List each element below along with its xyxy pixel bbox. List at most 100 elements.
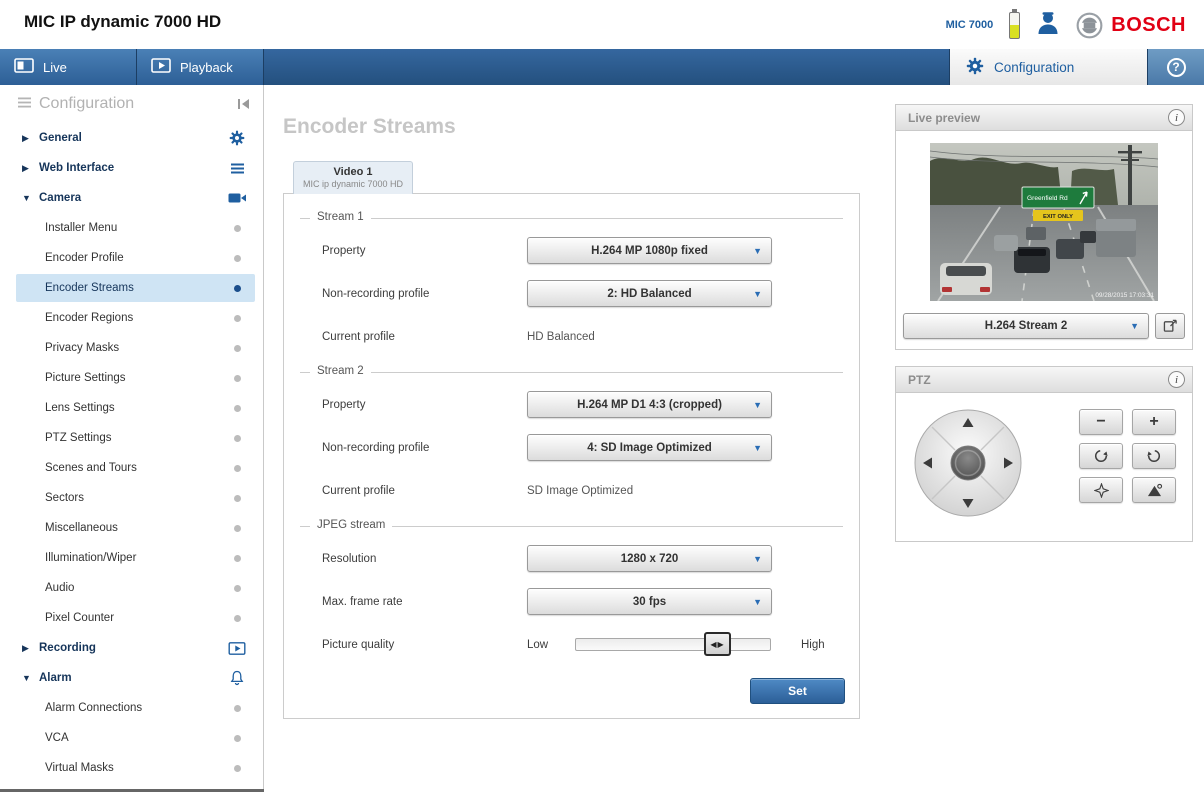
focus-far-button[interactable] [1132, 443, 1176, 469]
jpeg-resolution-select[interactable]: 1280 x 720 ▼ [527, 545, 772, 572]
stream1-property-select[interactable]: H.264 MP 1080p fixed ▼ [527, 237, 772, 264]
sidebar-item-illumination-wiper[interactable]: Illumination/Wiper [0, 543, 263, 573]
info-icon[interactable]: i [1168, 109, 1185, 126]
ptz-buttons: − + [1079, 409, 1176, 503]
tab-playback[interactable]: Playback [137, 49, 264, 85]
current-profile-label: Current profile [322, 330, 395, 343]
content-area: Configuration ▶ General ▶ Web Interface [0, 85, 1204, 792]
status-dot [233, 464, 241, 472]
stream-1-group: Stream 1 Property H.264 MP 1080p fixed ▼… [300, 211, 843, 368]
collapse-sidebar-icon[interactable] [237, 98, 251, 110]
sidebar-item-encoder-profile[interactable]: Encoder Profile [0, 243, 263, 273]
info-icon[interactable]: i [1168, 371, 1185, 388]
stream-2-group: Stream 2 Property H.264 MP D1 4:3 (cropp… [300, 365, 843, 522]
sidebar-item-sectors[interactable]: Sectors [0, 483, 263, 513]
property-label: Property [322, 244, 366, 257]
slider-handle[interactable]: ◀▶ [704, 632, 732, 656]
sidebar-item-encoder-streams[interactable]: Encoder Streams [0, 273, 263, 303]
live-preview-panel: Live preview i Greenfield Rd EXIT ONLY 0… [895, 104, 1193, 350]
open-in-new-window-button[interactable] [1155, 313, 1185, 339]
chevron-right-icon: ▶ [22, 642, 29, 653]
help-button[interactable]: ? [1147, 49, 1204, 85]
popout-icon [1163, 319, 1177, 332]
status-dot [233, 614, 241, 622]
sidebar-item-general[interactable]: ▶ General [0, 123, 263, 153]
status-dot [233, 434, 241, 442]
ir-mode-button[interactable] [1132, 477, 1176, 503]
sidebar-item-encoder-regions[interactable]: Encoder Regions [0, 303, 263, 333]
recording-icon [223, 641, 251, 655]
chevron-down-icon: ▼ [753, 597, 762, 607]
right-panel: Live preview i Greenfield Rd EXIT ONLY 0… [895, 104, 1193, 542]
gear-icon [966, 57, 984, 78]
status-dot [233, 524, 241, 532]
status-dot [233, 734, 241, 742]
status-dot-selected [233, 284, 241, 292]
set-button[interactable]: Set [750, 678, 845, 704]
sidebar-item-virtual-masks[interactable]: Virtual Masks [0, 753, 263, 783]
preview-stream-select[interactable]: H.264 Stream 2 ▼ [903, 313, 1149, 339]
status-dot [233, 584, 241, 592]
zoom-in-button[interactable]: + [1132, 409, 1176, 435]
sidebar-item-alarm-connections[interactable]: Alarm Connections [0, 693, 263, 723]
page: MIC IP dynamic 7000 HD MIC 7000 BOSCH Li… [0, 0, 1204, 792]
sidebar: Configuration ▶ General ▶ Web Interface [0, 85, 264, 792]
rotate-ccw-icon [1094, 449, 1108, 463]
ptz-pad[interactable] [912, 407, 1024, 524]
zoom-out-button[interactable]: − [1079, 409, 1123, 435]
current-profile-label: Current profile [322, 484, 395, 497]
exit-only-sign-text: EXIT ONLY [1043, 214, 1073, 220]
tab-live-label: Live [43, 59, 67, 75]
illumination-button[interactable] [1079, 477, 1123, 503]
jpeg-stream-group: JPEG stream Resolution 1280 x 720 ▼ Max.… [300, 519, 843, 674]
sidebar-item-alarm[interactable]: ▼ Alarm [0, 663, 263, 693]
ptz-body: − + [896, 393, 1192, 541]
help-icon: ? [1166, 57, 1186, 77]
stream2-profile-select[interactable]: 4: SD Image Optimized ▼ [527, 434, 772, 461]
sidebar-item-pixel-counter[interactable]: Pixel Counter [0, 603, 263, 633]
mountain-icon [1147, 483, 1162, 496]
sidebar-item-audio[interactable]: Audio [0, 573, 263, 603]
picture-quality-slider[interactable]: ◀▶ [575, 632, 771, 656]
tab-configuration[interactable]: Configuration [949, 49, 1147, 85]
gear-icon [223, 130, 251, 146]
sidebar-item-lens-settings[interactable]: Lens Settings [0, 393, 263, 423]
live-preview-title: Live preview [908, 110, 981, 125]
sidebar-item-installer-menu[interactable]: Installer Menu [0, 213, 263, 243]
chevron-down-icon: ▼ [753, 400, 762, 410]
status-dot [233, 224, 241, 232]
sidebar-item-scenes-and-tours[interactable]: Scenes and Tours [0, 453, 263, 483]
status-dot [233, 704, 241, 712]
stream1-current-profile-value: HD Balanced [527, 330, 595, 343]
chevron-down-icon: ▼ [753, 246, 762, 256]
chevron-down-icon: ▼ [753, 554, 762, 564]
chevron-down-icon: ▼ [753, 289, 762, 299]
tab-video-1[interactable]: Video 1 MIC ip dynamic 7000 HD [293, 161, 413, 194]
sidebar-item-miscellaneous[interactable]: Miscellaneous [0, 513, 263, 543]
video-tab-subtitle: MIC ip dynamic 7000 HD [302, 179, 404, 189]
stream2-property-select[interactable]: H.264 MP D1 4:3 (cropped) ▼ [527, 391, 772, 418]
sidebar-item-ptz-settings[interactable]: PTZ Settings [0, 423, 263, 453]
chevron-right-icon: ▶ [22, 132, 29, 143]
status-dot [233, 764, 241, 772]
tab-live[interactable]: Live [0, 49, 137, 85]
status-dot [233, 254, 241, 262]
sidebar-item-recording[interactable]: ▶ Recording [0, 633, 263, 663]
stream1-profile-select[interactable]: 2: HD Balanced ▼ [527, 280, 772, 307]
encoder-streams-panel: Stream 1 Property H.264 MP 1080p fixed ▼… [283, 193, 860, 719]
sparkle-icon [1093, 482, 1109, 498]
bosch-mark-icon [1076, 12, 1103, 38]
quality-high-label: High [801, 638, 825, 651]
bosch-wordmark: BOSCH [1111, 13, 1186, 36]
sidebar-item-web-interface[interactable]: ▶ Web Interface [0, 153, 263, 183]
rotate-cw-icon [1147, 449, 1161, 463]
sidebar-item-privacy-masks[interactable]: Privacy Masks [0, 333, 263, 363]
sidebar-item-vca[interactable]: VCA [0, 723, 263, 753]
focus-near-button[interactable] [1079, 443, 1123, 469]
status-dot [233, 404, 241, 412]
jpeg-framerate-select[interactable]: 30 fps ▼ [527, 588, 772, 615]
sidebar-item-camera[interactable]: ▼ Camera [0, 183, 263, 213]
sidebar-item-picture-settings[interactable]: Picture Settings [0, 363, 263, 393]
stream-2-legend: Stream 2 [310, 365, 371, 377]
main-content: Encoder Streams Video 1 MIC ip dynamic 7… [265, 85, 897, 792]
